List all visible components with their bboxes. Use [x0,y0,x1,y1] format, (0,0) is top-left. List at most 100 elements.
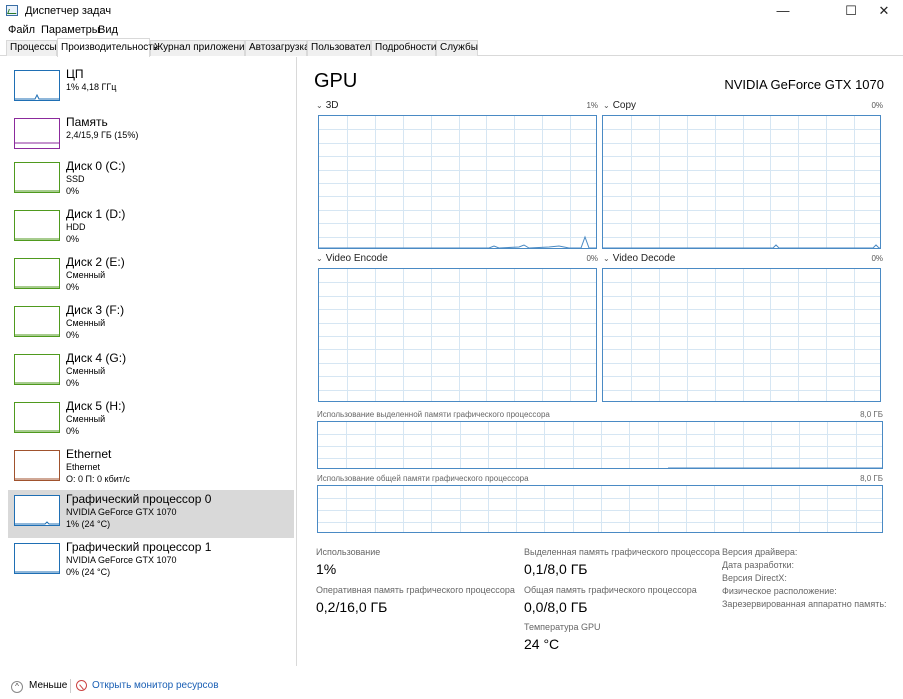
sidebar-item-name: ЦП [66,67,84,81]
sidebar-item-name: Графический процессор 0 [66,492,212,506]
driver-date-label: Дата разработки: [722,560,795,570]
sidebar-item-detail: 1% 4,18 ГГц [66,82,117,92]
physical-location-label: Физическое расположение: [722,586,837,596]
sidebar-item[interactable]: Ethernet Ethernet О: 0 П: 0 кбит/с [8,445,294,493]
temperature-label: Температура GPU [524,622,601,632]
engine-3d-label[interactable]: ⌄ 3D [316,100,339,111]
chevron-down-icon: ⌄ [603,254,610,263]
sidebar-item-detail: Ethernet [66,462,101,472]
close-button[interactable]: ✕ [867,0,901,22]
engine-decode-graph [603,269,880,401]
sidebar-thumbnail-graph [14,210,60,241]
sidebar-item-name: Диск 5 (H:) [66,399,126,413]
sidebar-thumbnail-graph [14,402,60,433]
engine-decode-percent: 0% [871,254,883,263]
usage-value: 1% [316,561,337,577]
tab-processes[interactable]: Процессы [6,40,57,56]
sidebar-item-name: Диск 1 (D:) [66,207,126,221]
dedicated-memory-label: Использование выделенной памяти графичес… [317,410,550,419]
sidebar-item-value: 0% [66,282,80,292]
sidebar-item-name: Диск 0 (C:) [66,159,126,173]
sidebar-item[interactable]: ЦП 1% 4,18 ГГц [8,65,294,113]
maximize-button[interactable]: ☐ [834,0,868,22]
menu-options[interactable]: Параметры [41,24,100,36]
engine-encode-percent: 0% [586,254,598,263]
sidebar-item-detail: Сменный [66,318,106,328]
sidebar-item-name: Диск 4 (G:) [66,351,127,365]
sidebar-item-value: 0% [66,186,80,196]
tab-users[interactable]: Пользователи [307,40,376,56]
sidebar-thumbnail-graph [14,450,60,481]
dedicated-value: 0,1/8,0 ГБ [524,561,588,577]
sidebar-item-value: 0% [66,378,80,388]
engine-copy-graph [603,116,880,248]
sidebar-thumbnail-graph [14,495,60,526]
sidebar-thumbnail-graph [14,258,60,289]
sidebar-item-name: Диск 2 (E:) [66,255,125,269]
resource-list: ЦП 1% 4,18 ГГц Память 2,4/15,9 ГБ (15%) Диск… [0,57,297,666]
menu-view[interactable]: Вид [98,24,118,36]
sidebar-item-name: Графический процессор 1 [66,540,212,554]
sidebar-item-name: Ethernet [66,447,112,461]
engine-copy-label[interactable]: ⌄ Copy [603,100,636,111]
sidebar-item[interactable]: Диск 0 (C:) SSD 0% [8,157,294,205]
task-manager-icon [6,5,18,16]
usage-label: Использование [316,547,381,557]
sidebar-item-detail: Сменный [66,366,106,376]
gpu-panel: GPU NVIDIA GeForce GTX 1070 ⌄ 3D 1% ⌄ Copy… [305,57,895,666]
chevron-down-icon: ⌄ [603,101,610,110]
window-title: Диспетчер задач [25,5,112,17]
sidebar-item-value: 0% [66,426,80,436]
tab-performance[interactable]: Производительность [57,38,158,57]
engine-copy-chart [602,115,881,249]
sidebar-item-detail: Сменный [66,414,106,424]
gpu-model-name: NVIDIA GeForce GTX 1070 [724,77,884,92]
shared-memory-graph [318,486,882,532]
sidebar-item[interactable]: Диск 1 (D:) HDD 0% [8,205,294,253]
engine-decode-label[interactable]: ⌄ Video Decode [603,253,675,264]
sidebar-item-detail: 2,4/15,9 ГБ (15%) [66,130,139,140]
open-resource-monitor-link[interactable]: Открыть монитор ресурсов [92,680,219,691]
tab-app-history[interactable]: Журнал приложений [150,40,250,56]
engine-decode-chart [602,268,881,402]
directx-version-label: Версия DirectX: [722,573,787,583]
sidebar-item[interactable]: Диск 4 (G:) Сменный 0% [8,349,294,397]
sidebar-item-name: Память [66,115,108,129]
sidebar-item-value: О: 0 П: 0 кбит/с [66,474,130,484]
sidebar-item[interactable]: Диск 5 (H:) Сменный 0% [8,397,294,445]
engine-encode-label[interactable]: ⌄ Video Encode [316,253,388,264]
gpu-ram-value: 0,2/16,0 ГБ [316,599,388,615]
engine-encode-chart [318,268,597,402]
chevron-up-icon[interactable]: ^ [11,681,23,693]
footer: ^ Меньше Открыть монитор ресурсов [0,674,903,699]
chevron-down-icon: ⌄ [316,254,323,263]
resource-monitor-icon[interactable] [76,680,87,691]
sidebar-item-name: Диск 3 (F:) [66,303,125,317]
sidebar-item-value: 0% [66,234,80,244]
dedicated-label: Выделенная память графического процессор… [524,547,720,557]
hardware-reserved-label: Зарезервированная аппаратно память: [722,599,887,609]
menu-file[interactable]: Файл [8,24,35,36]
fewer-details-button[interactable]: Меньше [29,680,67,691]
sidebar-item[interactable]: Графический процессор 0 NVIDIA GeForce GT… [8,490,294,538]
minimize-button[interactable]: — [766,0,800,22]
engine-3d-graph [319,116,596,248]
shared-memory-chart [317,485,883,533]
shared-label: Общая память графического процессора [524,585,697,595]
sidebar-item[interactable]: Диск 2 (E:) Сменный 0% [8,253,294,301]
engine-copy-percent: 0% [871,101,883,110]
tab-startup[interactable]: Автозагрузка [245,40,310,56]
sidebar-item[interactable]: Графический процессор 1 NVIDIA GeForce GT… [8,538,294,586]
gpu-ram-label: Оперативная память графического процессо… [316,585,515,595]
sidebar-item[interactable]: Диск 3 (F:) Сменный 0% [8,301,294,349]
engine-encode-graph [319,269,596,401]
sidebar-thumbnail-graph [14,162,60,193]
sidebar-item-detail: NVIDIA GeForce GTX 1070 [66,555,177,565]
sidebar-thumbnail-graph [14,354,60,385]
page-title: GPU [314,70,358,92]
dedicated-memory-chart [317,421,883,469]
sidebar-item[interactable]: Память 2,4/15,9 ГБ (15%) [8,113,294,161]
tab-services[interactable]: Службы [436,40,478,56]
tab-details[interactable]: Подробности [371,40,436,56]
chevron-down-icon: ⌄ [316,101,323,110]
